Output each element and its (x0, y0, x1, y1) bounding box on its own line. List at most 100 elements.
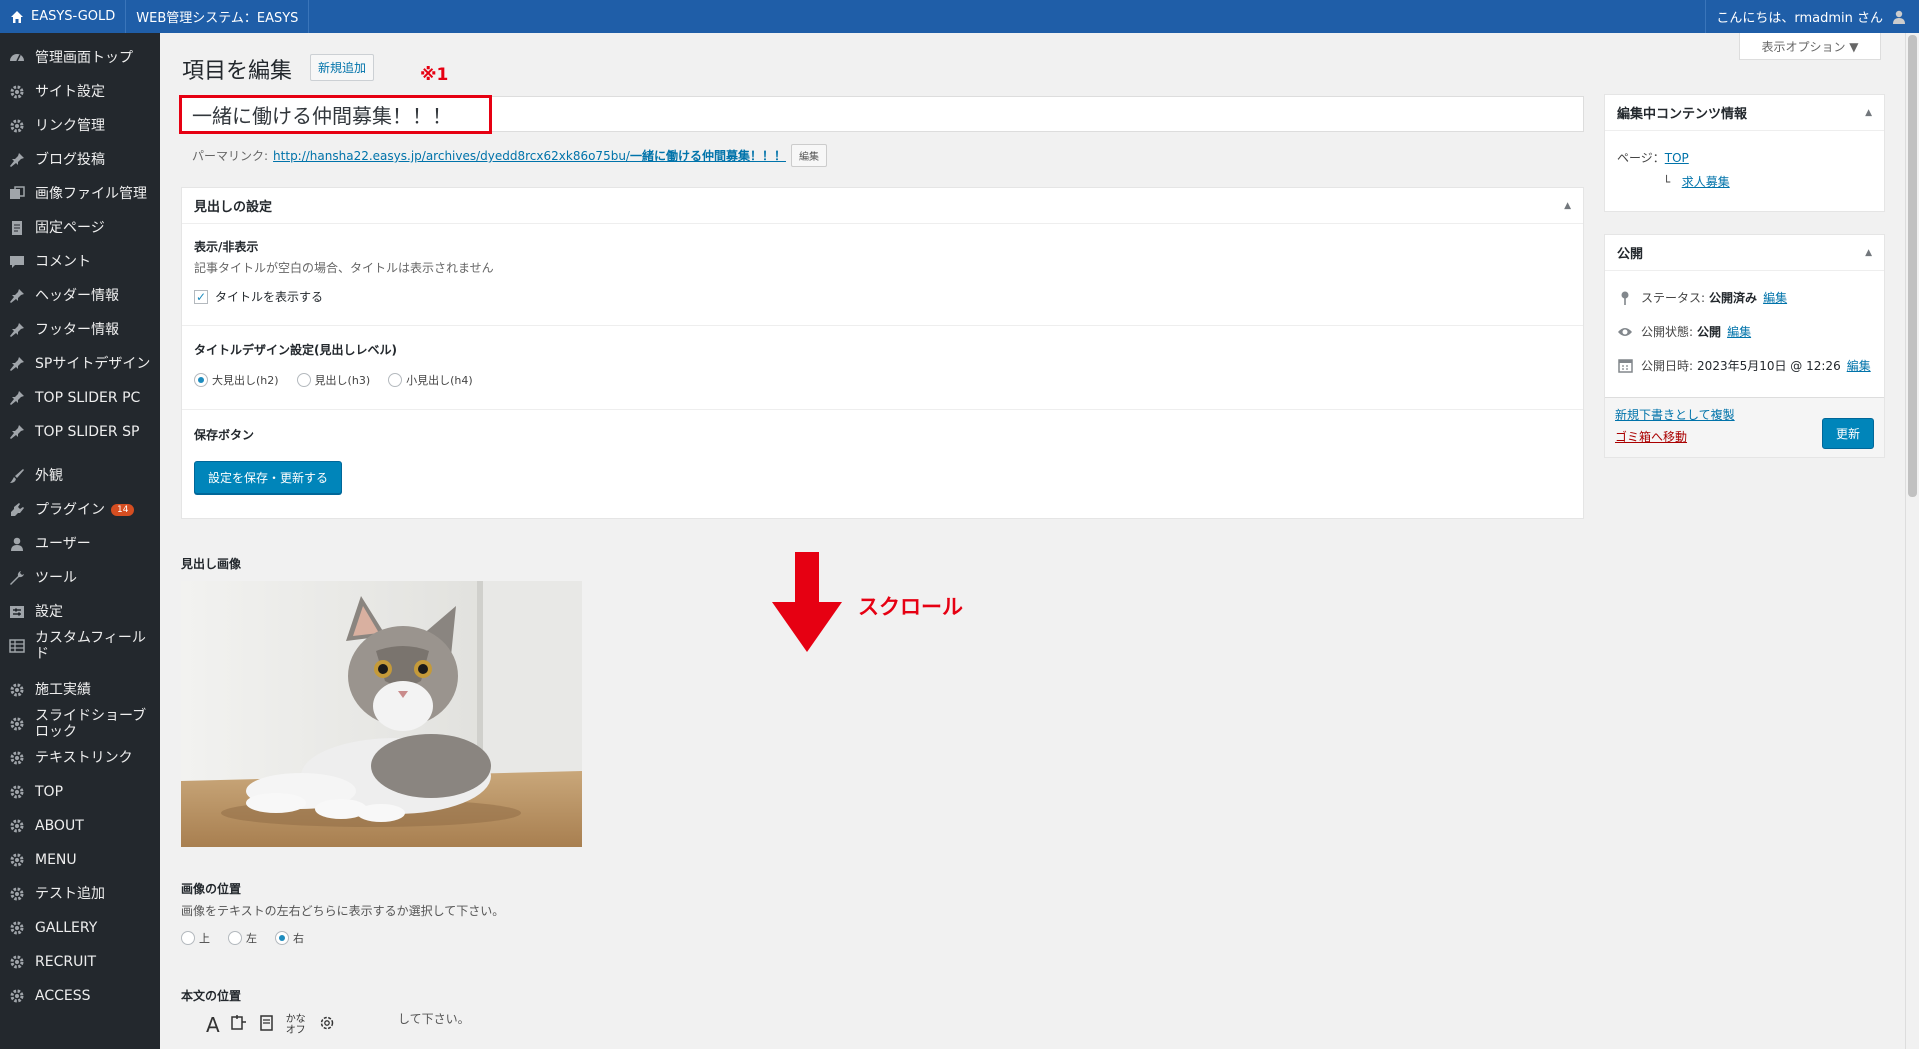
publish-header[interactable]: 公開 ▲ (1605, 235, 1884, 271)
content-info-header[interactable]: 編集中コンテンツ情報 ▲ (1605, 95, 1884, 131)
permalink-edit-button[interactable]: 編集 (790, 144, 827, 167)
scroll-down-arrow-icon (772, 552, 842, 656)
sidebar-item-label: 外観 (35, 468, 63, 484)
collapse-arrow-icon[interactable]: ▲ (1865, 248, 1872, 258)
sidebar-item-label: GALLERY (35, 920, 98, 936)
publish-box: 公開 ▲ ステータス: 公開済み 編集 公開状態: 公開 編集 公開日時: 2023年5月… (1604, 234, 1885, 458)
page-scrollbar[interactable] (1905, 33, 1919, 1049)
page-child-link[interactable]: 求人募集 (1682, 175, 1730, 189)
heading-image-label: 見出し画像 (181, 557, 242, 571)
radio-left[interactable]: 左 (228, 930, 257, 946)
radio-h4-circle[interactable] (388, 373, 403, 387)
radio-right[interactable]: 右 (275, 930, 304, 946)
collapse-arrow-icon[interactable]: ▲ (1564, 201, 1571, 211)
duplicate-draft-link[interactable]: 新規下書きとして複製 (1615, 406, 1735, 423)
radio-h3[interactable]: 見出し(h3) (296, 372, 370, 388)
radio-top[interactable]: 上 (181, 930, 210, 946)
sidebar-item[interactable]: サイト設定 (0, 75, 160, 109)
sidebar-item-label: ACCESS (35, 988, 91, 1004)
image-position-radio-group: 上 左 右 (181, 930, 322, 946)
sidebar-item[interactable]: ABOUT (0, 809, 160, 843)
ime-kana-toggle[interactable]: かな オフ (286, 1014, 308, 1036)
radio-right-circle[interactable] (275, 931, 289, 945)
move-to-trash-link[interactable]: ゴミ箱へ移動 (1615, 428, 1687, 445)
sidebar-item[interactable]: 外観 (0, 459, 160, 493)
sidebar-item[interactable]: ツール (0, 561, 160, 595)
sidebar-item[interactable]: 固定ページ (0, 211, 160, 245)
heading-image[interactable] (181, 581, 582, 847)
tree-branch-icon: └ (1663, 175, 1675, 189)
heading-settings-header[interactable]: 見出しの設定 ▲ (182, 188, 1583, 224)
sidebar-item[interactable]: TOP SLIDER PC (0, 381, 160, 415)
date-edit-link[interactable]: 編集 (1847, 357, 1871, 374)
status-line: ステータス: 公開済み 編集 (1617, 289, 1787, 306)
collapse-arrow-icon[interactable]: ▲ (1865, 108, 1872, 118)
update-button[interactable]: 更新 (1821, 418, 1874, 449)
sidebar-item[interactable]: 施工実績 (0, 673, 160, 707)
sidebar-item[interactable]: GALLERY (0, 911, 160, 945)
sidebar-item-label: 固定ページ (35, 220, 105, 236)
visibility-edit-link[interactable]: 編集 (1727, 323, 1751, 340)
sidebar-item[interactable]: ユーザー (0, 527, 160, 561)
radio-top-circle[interactable] (181, 931, 195, 945)
sidebar-item[interactable]: テスト追加 (0, 877, 160, 911)
sidebar-item[interactable]: ヘッダー情報 (0, 279, 160, 313)
sidebar-item[interactable]: TOP (0, 775, 160, 809)
sidebar-item[interactable]: リンク管理 (0, 109, 160, 143)
sidebar-item[interactable]: コメント (0, 245, 160, 279)
screen-options-button[interactable]: 表示オプション ▼ (1739, 33, 1881, 60)
child-info-line: └ 求人募集 (1663, 173, 1730, 190)
pin-icon (1617, 290, 1633, 306)
pin-icon (8, 321, 26, 339)
page-icon (8, 219, 26, 237)
permalink-link[interactable]: http://hansha22.easys.jp/archives/dyedd8… (273, 147, 786, 164)
permalink-label: パーマリンク: (192, 149, 269, 163)
sidebar-item[interactable]: RECRUIT (0, 945, 160, 979)
radio-h2[interactable]: 大見出し(h2) (194, 372, 279, 388)
account-menu[interactable]: こんにちは、rmadmin さん (1705, 0, 1919, 33)
site-name-link[interactable]: EASYS-GOLD (0, 0, 127, 33)
publish-actions: 新規下書きとして複製 ゴミ箱へ移動 更新 (1605, 397, 1884, 457)
system-name-link[interactable]: WEB管理システム：EASYS (126, 0, 310, 33)
save-label: 保存ボタン (194, 428, 255, 442)
ime-mode-button[interactable]: A (206, 1013, 220, 1037)
sidebar-item[interactable]: ブログ投稿 (0, 143, 160, 177)
radio-h4[interactable]: 小見出し(h4) (388, 372, 473, 388)
sidebar-item[interactable]: ACCESS (0, 979, 160, 1013)
pin-icon (8, 287, 26, 305)
sidebar-item-label: 施工実績 (35, 682, 91, 698)
radio-left-circle[interactable] (228, 931, 242, 945)
sidebar-item[interactable]: 画像ファイル管理 (0, 177, 160, 211)
radio-h2-circle[interactable] (194, 373, 208, 387)
add-new-button[interactable]: 新規追加 (310, 54, 375, 81)
show-title-checkbox[interactable]: ✓ (194, 289, 208, 304)
sidebar-item[interactable]: スライドショーブロック (0, 707, 160, 741)
sidebar-item[interactable]: MENU (0, 843, 160, 877)
menu-separator (0, 449, 160, 459)
status-edit-link[interactable]: 編集 (1763, 289, 1787, 306)
ime-pad-icon[interactable] (230, 1014, 248, 1036)
date-line: 公開日時: 2023年5月10日 @ 12:26 編集 (1617, 357, 1871, 374)
sidebar-item[interactable]: テキストリンク (0, 741, 160, 775)
page-info-label: ページ： (1617, 151, 1665, 165)
sidebar-item[interactable]: 設定 (0, 595, 160, 629)
sidebar-item[interactable]: フッター情報 (0, 313, 160, 347)
sidebar-item-label: テキストリンク (35, 750, 133, 766)
sidebar-item[interactable]: SPサイトデザイン (0, 347, 160, 381)
sidebar-item-label: TOP (35, 784, 64, 800)
display-section: 表示/非表示 記事タイトルが空白の場合、タイトルは表示されません ✓ タイトルを… (194, 238, 1583, 305)
scrollbar-thumb[interactable] (1908, 35, 1917, 497)
table-icon (8, 637, 26, 655)
sidebar-item[interactable]: プラグイン 14 (0, 493, 160, 527)
page-top-link[interactable]: TOP (1665, 151, 1689, 165)
save-settings-button[interactable]: 設定を保存・更新する (194, 461, 343, 494)
show-title-row[interactable]: ✓ タイトルを表示する (194, 288, 1583, 305)
sidebar-item[interactable]: カスタムフィールド (0, 629, 160, 663)
post-title-input[interactable]: 一緒に働ける仲間募集！！！ (181, 96, 1584, 132)
radio-h3-circle[interactable] (296, 373, 311, 387)
ime-dictionary-icon[interactable] (258, 1014, 276, 1036)
radio-h2-label: 大見出し(h2) (212, 374, 279, 387)
ime-settings-gear-icon[interactable] (318, 1014, 336, 1036)
sidebar-item[interactable]: TOP SLIDER SP (0, 415, 160, 449)
sidebar-item[interactable]: 管理画面トップ (0, 41, 160, 75)
